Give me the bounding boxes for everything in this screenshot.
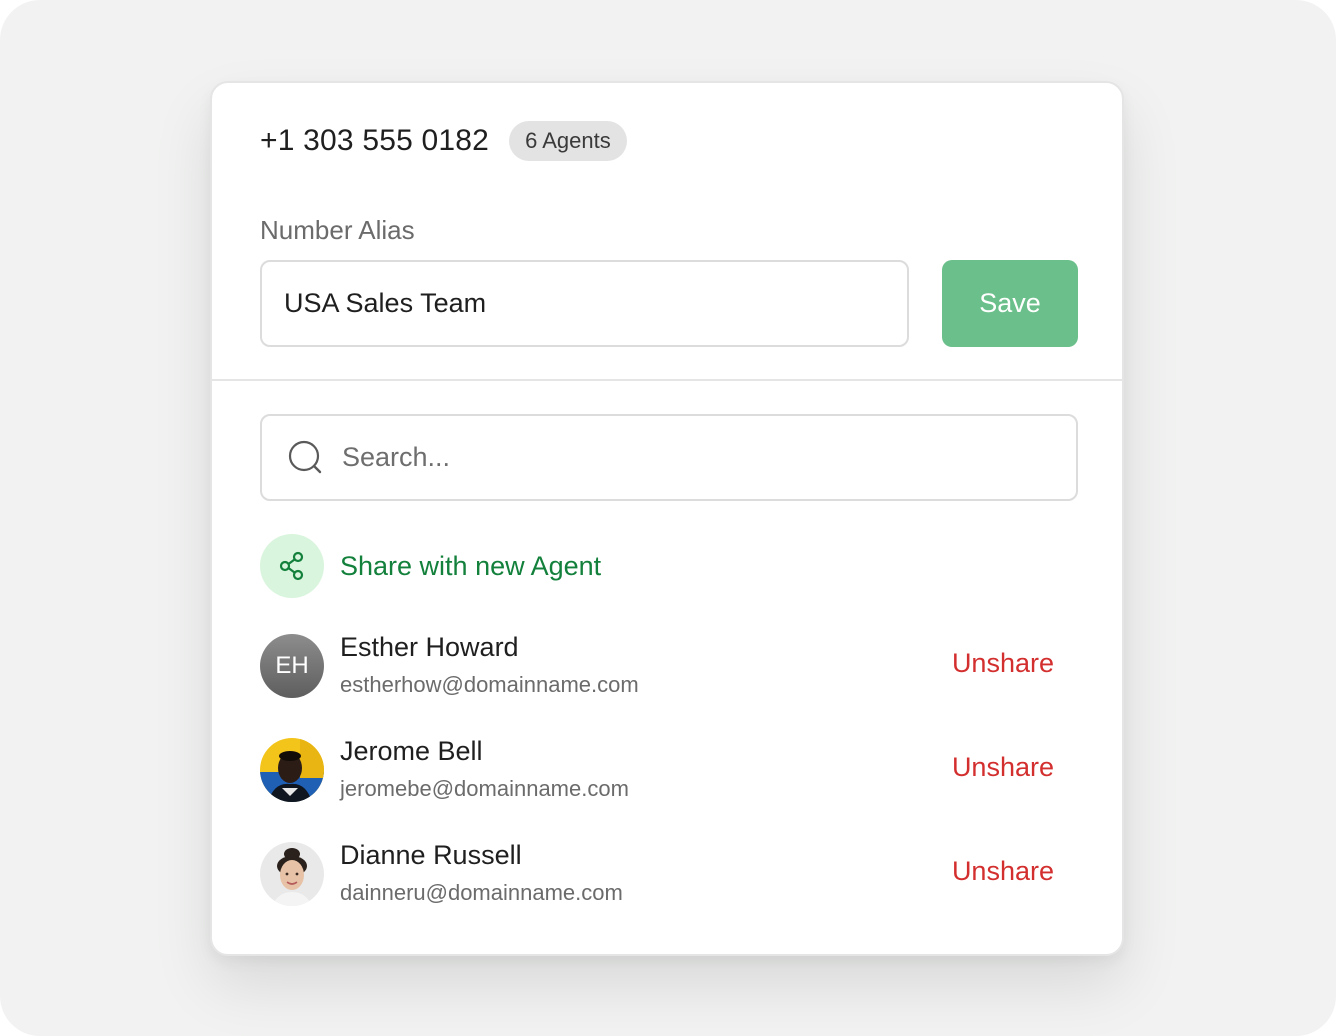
number-alias-label: Number Alias (260, 215, 415, 245)
avatar (260, 842, 324, 906)
search-icon (286, 438, 326, 478)
agent-email: dainneru@domainname.com (340, 880, 623, 905)
avatar-initials: EH (275, 652, 309, 679)
share-with-new-agent-button[interactable]: Share with new Agent (260, 534, 601, 598)
number-settings-card: +1 303 555 0182 6 Agents Number Alias US… (210, 81, 1124, 956)
number-alias-input[interactable]: USA Sales Team (260, 260, 909, 347)
share-with-new-agent-label: Share with new Agent (340, 550, 602, 581)
agents-count-badge: 6 Agents (509, 121, 627, 161)
agent-row: Jerome Bell jeromebe@domainname.com Unsh… (260, 736, 1078, 802)
unshare-button[interactable]: Unshare (952, 648, 1054, 679)
share-icon (260, 534, 324, 598)
search-input[interactable]: Search... (260, 414, 1078, 501)
card-header: +1 303 555 0182 6 Agents (260, 119, 627, 163)
agent-email: jeromebe@domainname.com (340, 776, 629, 801)
unshare-button[interactable]: Unshare (952, 752, 1054, 783)
unshare-button[interactable]: Unshare (952, 856, 1054, 887)
avatar: EH (260, 634, 324, 698)
agent-row: Dianne Russell dainneru@domainname.com U… (260, 840, 1078, 906)
save-button[interactable]: Save (942, 260, 1078, 347)
agent-email: estherhow@domainname.com (340, 672, 639, 697)
page-background: +1 303 555 0182 6 Agents Number Alias US… (0, 0, 1336, 1036)
number-alias-value: USA Sales Team (284, 288, 487, 318)
phone-number: +1 303 555 0182 (260, 124, 490, 157)
avatar (260, 738, 324, 802)
agent-name: Esther Howard (340, 632, 519, 662)
agent-name: Jerome Bell (340, 736, 483, 766)
section-divider (212, 379, 1122, 381)
agent-name: Dianne Russell (340, 840, 522, 870)
agent-row: EH Esther Howard estherhow@domainname.co… (260, 632, 1078, 698)
search-placeholder: Search... (342, 442, 451, 472)
